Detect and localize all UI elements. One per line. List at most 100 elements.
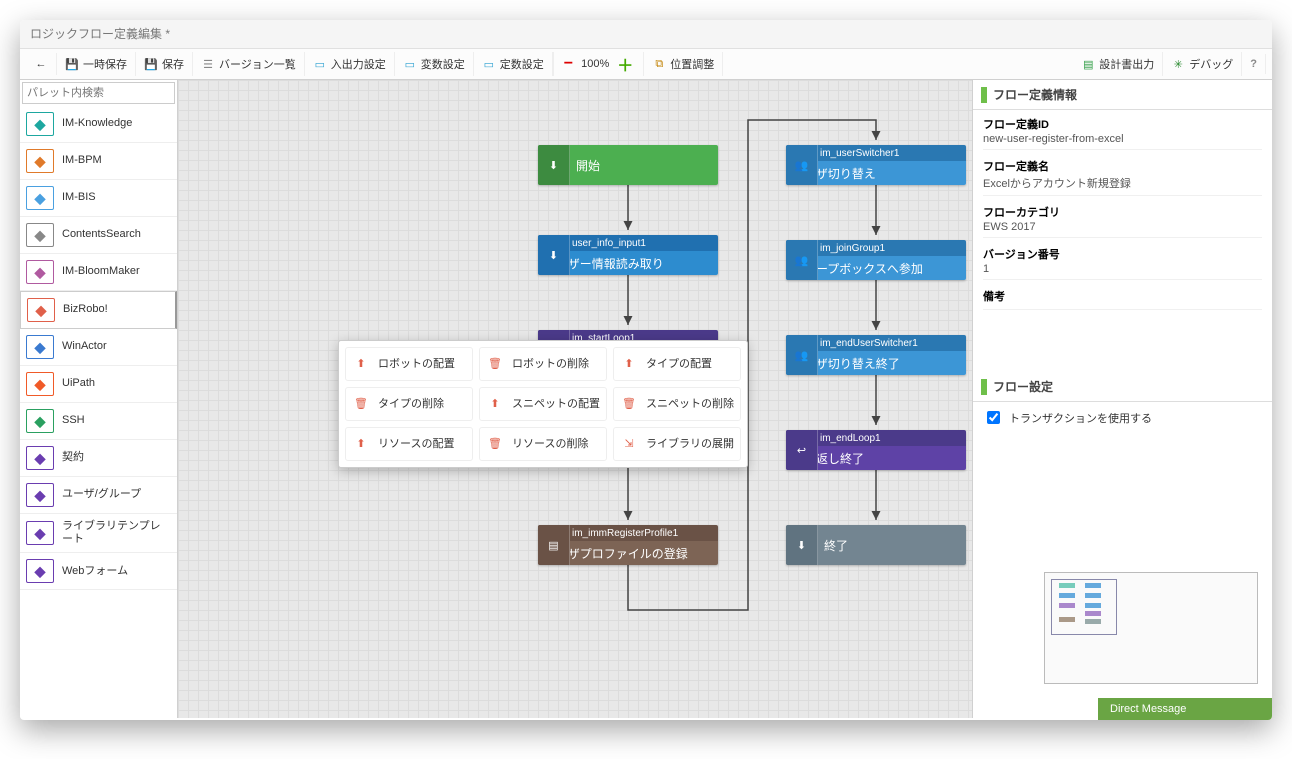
submenu-item-icon: 🗑 [484,353,506,375]
palette-item[interactable]: ◆ IM-BIS [20,180,177,217]
save-temp-icon: 💾 [65,57,79,71]
save-button[interactable]: 💾保存 [136,52,193,76]
palette-item-label: ContentsSearch [62,228,171,241]
var-settings-button[interactable]: ▭変数設定 [395,52,474,76]
const-icon: ▭ [482,57,496,71]
palette-item-icon: ◆ [26,409,54,433]
transaction-checkbox[interactable] [987,411,1000,424]
flow-node-start[interactable]: ⬇開始out [538,145,718,185]
palette-item-icon: ◆ [26,372,54,396]
transaction-checkbox-row[interactable]: トランザクションを使用する [973,402,1272,433]
submenu-item[interactable]: ⬆スニペットの配置 [479,387,607,421]
flow-node-regprof[interactable]: ▤im_immRegisterProfile1ユーザプロファイルの登録inout [538,525,718,565]
palette-item[interactable]: ◆ ユーザ/グループ [20,477,177,514]
palette-item[interactable]: ◆ IM-Knowledge [20,106,177,143]
flow-node-endloop[interactable]: ↩im_endLoop1繰り返し終了inout [786,430,966,470]
palette-item-label: ユーザ/グループ [62,488,171,501]
palette-item[interactable]: ◆ UiPath [20,366,177,403]
submenu-item-icon: 🗑 [618,393,640,415]
export-spec-button[interactable]: ▤設計書出力 [1073,52,1163,76]
node-icon: ⬇ [538,145,570,185]
const-settings-button[interactable]: ▭定数設定 [474,52,553,76]
palette-item[interactable]: ◆IM-BloomMaker [20,254,177,291]
back-button[interactable]: ← [26,53,57,75]
palette-item-icon: ◆ [26,112,54,136]
section-flowsettings-title: フロー設定 [993,378,1053,395]
palette-item-icon: ◆ [26,446,54,470]
submenu-item-label: タイプの削除 [378,398,444,411]
minimap[interactable] [1044,572,1258,684]
transaction-checkbox-label: トランザクションを使用する [1009,410,1152,426]
flow-category-value: EWS 2017 [983,220,1262,238]
palette-item-icon: ◆ [26,149,54,173]
node-icon: ⬇ [786,525,818,565]
zoom-out-button[interactable]: − [564,55,573,73]
palette-list: ◆ IM-Knowledge ◆ IM-BPM ◆ IM-BIS ◆ ContentsSear… [20,106,177,718]
palette-item-label: IM-BIS [62,191,171,204]
submenu-item-label: リソースの配置 [378,438,454,451]
node-icon: 👥 [786,240,818,280]
submenu-item-label: ロボットの配置 [378,358,455,371]
submenu-item[interactable]: ⬆ ロボットの配置 [345,347,473,381]
submenu-item[interactable]: ⬆タイプの配置 [613,347,741,381]
submenu-item-label: リソースの削除 [512,438,588,451]
palette-item[interactable]: ◆Webフォーム [20,553,177,590]
submenu-item-icon: 🗑 [484,433,506,455]
palette-item-label: IM-Knowledge [62,117,171,130]
palette-item-label: UiPath [62,377,171,390]
flow-node-userinfo[interactable]: ⬇user_info_input1ユーザー情報読み取りinout [538,235,718,275]
palette-item-label: IM-BPM [62,154,171,167]
layout-icon: ⧉ [652,57,666,71]
flow-node-end[interactable]: ⬇終了in [786,525,966,565]
palette-item-icon: ◆ [26,483,54,507]
palette-item[interactable]: ◆ ContentsSearch [20,217,177,254]
submenu-item[interactable]: 🗑ロボットの削除 [479,347,607,381]
palette-item[interactable]: ◆ライブラリテンプレート [20,514,177,553]
palette-item-icon: ◆ [26,186,54,210]
io-settings-button[interactable]: ▭入出力設定 [305,52,395,76]
temp-save-button[interactable]: 💾一時保存 [57,52,136,76]
direct-message-bar[interactable]: Direct Message [1098,698,1272,720]
palette-item[interactable]: ◆契約 [20,440,177,477]
submenu-item[interactable]: 🗑 スニペットの削除 [613,387,741,421]
submenu-item[interactable]: ⬆リソースの配置 [345,427,473,461]
palette-item-label: IM-BloomMaker [62,265,171,278]
palette-item[interactable]: ◆SSH [20,403,177,440]
version-icon: ☰ [201,57,215,71]
flow-node-uswitch[interactable]: 👥im_userSwitcher1ユーザ切り替えinout [786,145,966,185]
help-button[interactable]: ? [1242,54,1266,74]
submenu-item[interactable]: ⇲ ライブラリの展開 [613,427,741,461]
version-list-button[interactable]: ☰バージョン一覧 [193,52,305,76]
zoom-in-button[interactable]: ＋ [617,52,633,76]
palette-item[interactable]: ◆WinActor [20,329,177,366]
flow-version-label: バージョン番号 [983,242,1262,262]
palette-item[interactable]: ◆ IM-BPM [20,143,177,180]
io-icon: ▭ [313,57,327,71]
submenu-item-icon: 🗑 [350,393,372,415]
flow-id-label: フロー定義ID [983,112,1262,132]
window-title: ロジックフロー定義編集 * [20,20,1272,48]
flow-canvas[interactable]: ⬇開始out⬇user_info_input1ユーザー情報読み取りinout↻i… [178,80,972,718]
flow-node-joing[interactable]: 👥im_joinGroup1グループボックスへ参加inout [786,240,966,280]
flow-id-value: new-user-register-from-excel [983,132,1262,150]
submenu-item-label: ライブラリの展開 [646,438,734,451]
submenu-item-icon: ⬆ [350,353,372,375]
palette-item-label: WinActor [62,340,171,353]
debug-button[interactable]: ✳デバッグ [1163,52,1242,76]
palette-item[interactable]: ◆BizRobo! [20,291,177,329]
palette-item-label: BizRobo! [63,303,169,316]
flow-note-label: 備考 [983,284,1262,304]
flow-name-label: フロー定義名 [983,154,1262,174]
submenu-item[interactable]: 🗑 リソースの削除 [479,427,607,461]
palette-item-icon: ◆ [26,223,54,247]
flow-category-label: フローカテゴリ [983,200,1262,220]
node-icon: ⬇ [538,235,570,275]
palette-search-input[interactable] [22,82,175,104]
zoom-percent: 100% [581,58,609,70]
submenu-item-label: スニペットの削除 [646,398,734,411]
submenu-item[interactable]: 🗑 タイプの削除 [345,387,473,421]
position-adjust-button[interactable]: ⧉位置調整 [644,52,723,76]
submenu-item-icon: ⇲ [618,433,640,455]
flow-node-enduswitch[interactable]: 👥im_endUserSwitcher1ユーザ切り替え終了inout [786,335,966,375]
submenu-item-icon: ⬆ [484,393,506,415]
